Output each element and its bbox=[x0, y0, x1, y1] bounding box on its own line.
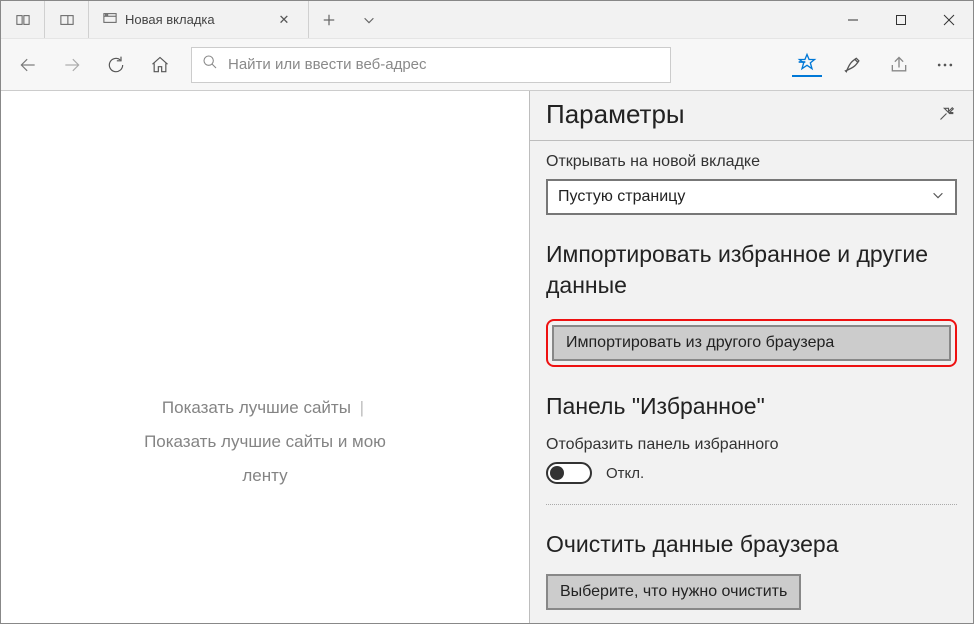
import-button[interactable]: Импортировать из другого браузера bbox=[552, 325, 951, 361]
forward-button[interactable] bbox=[51, 44, 93, 86]
content-area: Показать лучшие сайты | Показать лучшие … bbox=[1, 91, 973, 623]
toggle-state-text: Откл. bbox=[606, 465, 644, 482]
back-button[interactable] bbox=[7, 44, 49, 86]
search-icon bbox=[202, 54, 218, 75]
share-button[interactable] bbox=[877, 43, 921, 87]
favorites-panel-title: Панель "Избранное" bbox=[546, 391, 957, 422]
refresh-button[interactable] bbox=[95, 44, 137, 86]
settings-pane: Параметры Открывать на новой вкладке Пус… bbox=[529, 91, 973, 623]
chevron-down-icon bbox=[931, 188, 945, 207]
more-button[interactable] bbox=[923, 43, 967, 87]
new-tab-button[interactable] bbox=[309, 1, 349, 38]
top-sites-prompt: Показать лучшие сайты | Показать лучшие … bbox=[133, 391, 397, 493]
address-bar[interactable]: Найти или ввести веб-адрес bbox=[191, 47, 671, 83]
show-top-sites-feed-link[interactable]: Показать лучшие сайты и мою ленту bbox=[144, 432, 386, 485]
close-tab-icon[interactable]: ✕ bbox=[270, 12, 298, 28]
new-tab-dropdown[interactable]: Пустую страницу bbox=[546, 179, 957, 215]
address-placeholder: Найти или ввести веб-адрес bbox=[228, 56, 427, 73]
minimize-button[interactable] bbox=[829, 1, 877, 38]
window-controls bbox=[829, 1, 973, 38]
page-icon bbox=[103, 11, 117, 28]
show-fav-bar-label: Отобразить панель избранного bbox=[546, 436, 957, 454]
choose-clear-button[interactable]: Выберите, что нужно очистить bbox=[546, 574, 801, 610]
divider bbox=[546, 504, 957, 505]
favorites-hub-button[interactable] bbox=[785, 43, 829, 87]
notes-button[interactable] bbox=[831, 43, 875, 87]
window-split-icon[interactable] bbox=[45, 1, 89, 38]
tab-actions-button[interactable] bbox=[349, 1, 389, 38]
show-top-sites-link[interactable]: Показать лучшие сайты bbox=[162, 398, 351, 417]
favorites-bar-toggle[interactable] bbox=[546, 462, 592, 484]
open-new-tab-label: Открывать на новой вкладке bbox=[546, 153, 957, 171]
settings-title: Параметры bbox=[546, 99, 685, 130]
pin-icon[interactable] bbox=[939, 103, 957, 126]
toolbar: Найти или ввести веб-адрес bbox=[1, 39, 973, 91]
import-section-title: Импортировать избранное и другие данные bbox=[546, 239, 957, 301]
browser-tab[interactable]: Новая вкладка ✕ bbox=[89, 1, 309, 38]
reading-list-icon[interactable] bbox=[1, 1, 45, 38]
settings-header: Параметры bbox=[530, 91, 973, 141]
import-highlight: Импортировать из другого браузера bbox=[546, 319, 957, 367]
maximize-button[interactable] bbox=[877, 1, 925, 38]
close-window-button[interactable] bbox=[925, 1, 973, 38]
tab-title: Новая вкладка bbox=[125, 12, 270, 27]
separator: | bbox=[360, 398, 364, 417]
titlebar: Новая вкладка ✕ bbox=[1, 1, 973, 39]
clear-data-title: Очистить данные браузера bbox=[546, 529, 957, 560]
dropdown-value: Пустую страницу bbox=[558, 188, 685, 206]
home-button[interactable] bbox=[139, 44, 181, 86]
page-area: Показать лучшие сайты | Показать лучшие … bbox=[1, 91, 529, 623]
